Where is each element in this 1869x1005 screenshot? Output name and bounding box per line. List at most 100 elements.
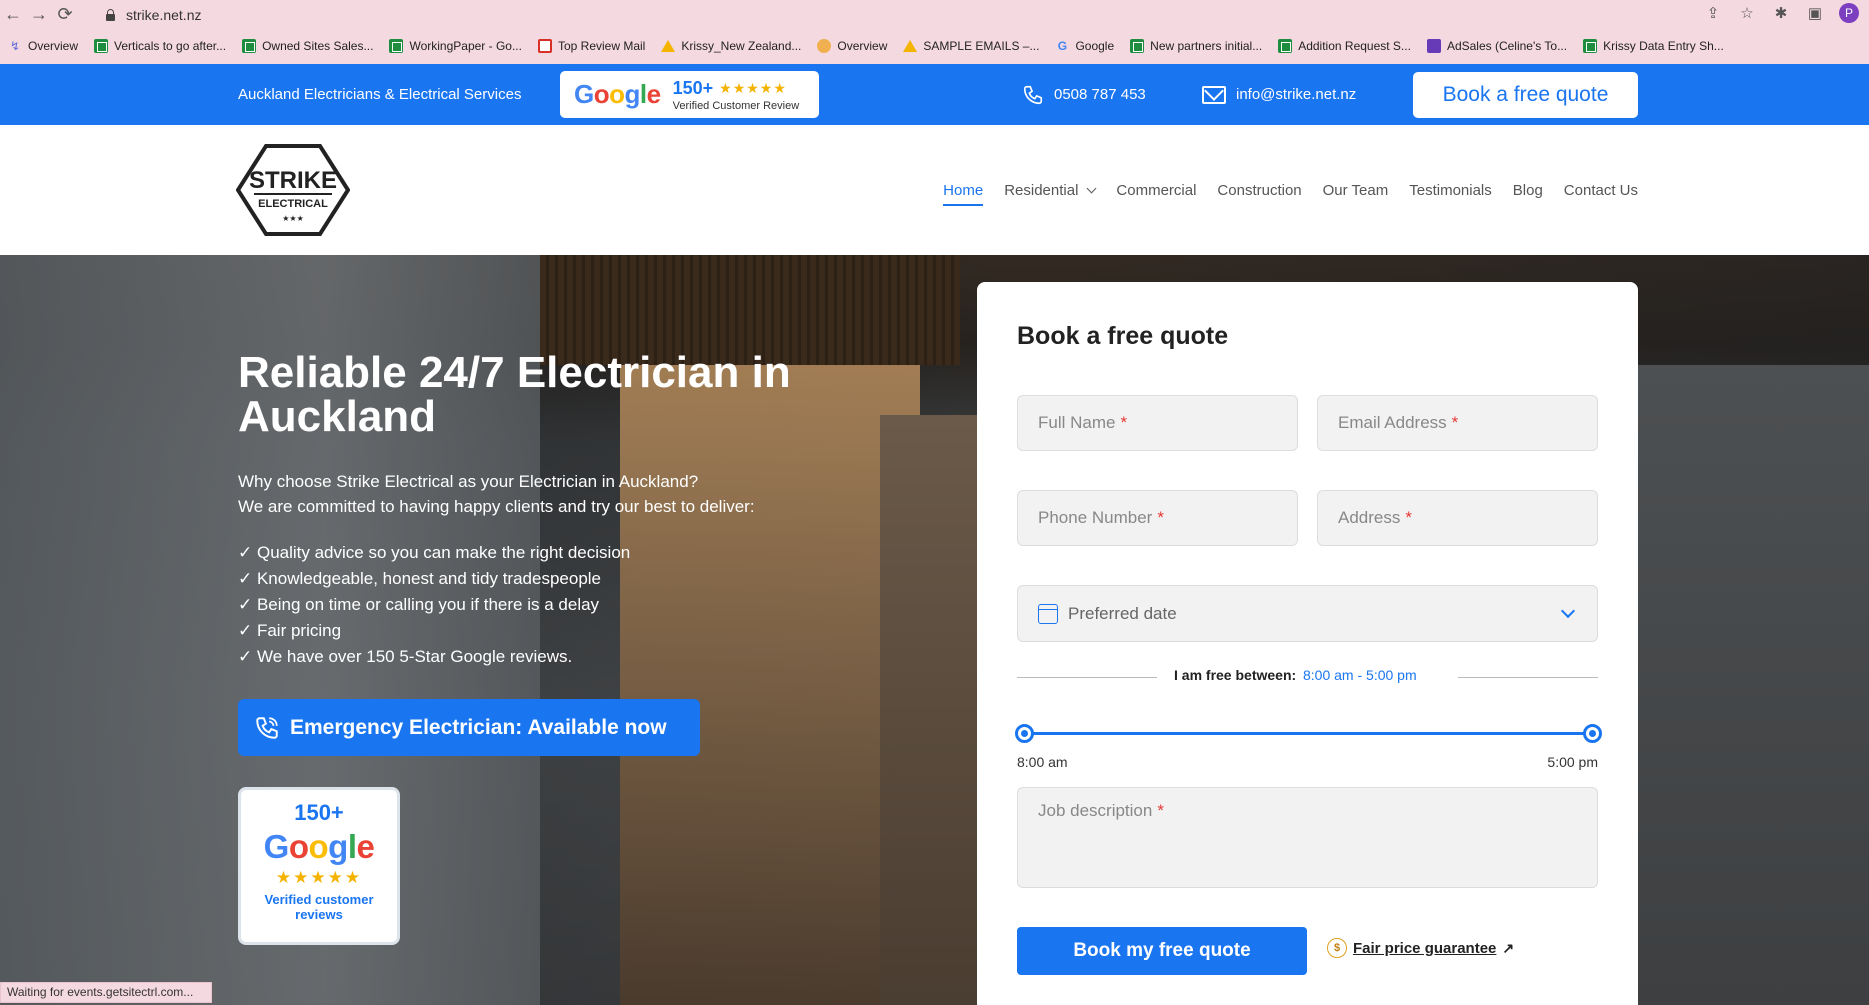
star-rating-icon: ★★★★★ xyxy=(275,868,363,887)
address-field[interactable]: Address * xyxy=(1317,490,1598,546)
divider xyxy=(1017,677,1157,678)
bookmark-item[interactable]: Owned Sites Sales... xyxy=(234,35,381,57)
sheets-icon xyxy=(1278,39,1293,53)
overview-icon: ↯ xyxy=(9,39,21,53)
bookmark-item[interactable]: WorkingPaper - Go... xyxy=(381,35,530,57)
bookmark-item[interactable]: Addition Request S... xyxy=(1270,35,1419,57)
hero-title: Reliable 24/7 Electrician in Auckland xyxy=(238,348,791,441)
bookmark-item[interactable]: Top Review Mail xyxy=(530,35,653,57)
bookmark-star-icon[interactable]: ☆ xyxy=(1737,3,1757,23)
email-field[interactable]: Email Address * xyxy=(1317,395,1598,451)
compass-icon xyxy=(817,39,832,53)
bookmark-item[interactable]: Krissy_New Zealand... xyxy=(653,35,809,57)
sheets-icon xyxy=(242,39,257,53)
job-description-field[interactable]: Job description * xyxy=(1017,787,1598,888)
calendar-icon xyxy=(1038,603,1058,624)
strike-electrical-logo[interactable]: STRIKE ELECTRICAL ★★★ xyxy=(236,144,350,236)
slider-max-label: 5:00 pm xyxy=(1547,754,1598,770)
email-address: info@strike.net.nz xyxy=(1236,86,1357,103)
nav-testimonials[interactable]: Testimonials xyxy=(1409,182,1492,199)
hero-intro: Why choose Strike Electrical as your Ele… xyxy=(238,472,755,516)
required-mark: * xyxy=(1451,413,1459,432)
email-link[interactable]: info@strike.net.nz xyxy=(1202,64,1356,125)
main-nav: Home Residential Commercial Construction… xyxy=(943,125,1638,255)
form-title: Book a free quote xyxy=(1017,322,1229,350)
address-bar[interactable]: strike.net.nz xyxy=(94,2,1774,27)
browser-chrome: ← → ⟳ strike.net.nz ⇪ ☆ ✱ ▣ P ↯ Overview … xyxy=(0,0,1869,64)
gmail-icon xyxy=(537,39,552,53)
drive-icon xyxy=(661,40,676,52)
bookmarks-bar: ↯ Overview Verticals to go after... Owned… xyxy=(0,34,1869,58)
required-mark: * xyxy=(1120,413,1128,432)
bookmark-item[interactable]: Krissy Data Entry Sh... xyxy=(1575,35,1732,57)
sidepanel-icon[interactable]: ▣ xyxy=(1805,3,1825,23)
bookmark-item[interactable]: Overview xyxy=(809,35,895,57)
required-mark: * xyxy=(1157,508,1164,527)
back-icon[interactable]: ← xyxy=(0,2,26,28)
required-mark: * xyxy=(1157,801,1164,820)
phone-field[interactable]: Phone Number * xyxy=(1017,490,1298,546)
review-count: 150+ xyxy=(672,77,714,98)
chevron-down-icon xyxy=(1560,603,1576,619)
extensions-icon[interactable]: ✱ xyxy=(1771,3,1791,23)
tagline: Auckland Electricians & Electrical Servi… xyxy=(238,86,522,103)
review-subtitle: Verified Customer Review xyxy=(672,99,800,112)
nav-residential[interactable]: Residential xyxy=(1004,182,1097,199)
nav-our-team[interactable]: Our Team xyxy=(1323,182,1389,199)
required-mark: * xyxy=(1405,508,1412,527)
slider-track[interactable] xyxy=(1017,732,1600,735)
benefit-item: Fair pricing xyxy=(238,618,630,644)
benefit-item: Quality advice so you can make the right… xyxy=(238,540,630,566)
benefits-list: Quality advice so you can make the right… xyxy=(238,540,630,670)
divider xyxy=(1458,677,1598,678)
phone-number: 0508 787 453 xyxy=(1054,86,1146,103)
forward-icon[interactable]: → xyxy=(26,2,52,28)
full-name-field[interactable]: Full Name * xyxy=(1017,395,1298,451)
profile-avatar[interactable]: P xyxy=(1839,3,1859,23)
url-text[interactable]: strike.net.nz xyxy=(126,7,201,23)
bookmark-item[interactable]: ↯ Overview xyxy=(0,35,86,57)
chevron-down-icon xyxy=(1086,183,1097,193)
browser-actions: ⇪ ☆ ✱ ▣ P xyxy=(1703,3,1859,23)
fair-price-guarantee-link[interactable]: $ Fair price guarantee ↗ xyxy=(1327,938,1514,958)
browser-toolbar: ← → ⟳ strike.net.nz ⇪ ☆ ✱ ▣ P xyxy=(0,0,1869,29)
hero-background-right xyxy=(1600,365,1869,1005)
nav-home[interactable]: Home xyxy=(943,182,984,206)
book-my-free-quote-button[interactable]: Book my free quote xyxy=(1017,927,1307,975)
google-review-badge[interactable]: Google 150+ ★★★★★ Verified Customer Revi… xyxy=(560,71,819,118)
verified-reviews-label: Verified customer reviews xyxy=(264,892,374,922)
preferred-date-select[interactable]: Preferred date xyxy=(1017,585,1598,642)
drive-icon xyxy=(903,40,918,52)
nav-blog[interactable]: Blog xyxy=(1513,182,1543,199)
google-reviews-card[interactable]: 150+ Google ★★★★★ Verified customer revi… xyxy=(238,787,400,945)
reload-icon[interactable]: ⟳ xyxy=(52,2,78,28)
bookmark-item[interactable]: Verticals to go after... xyxy=(86,35,234,57)
emergency-electrician-button[interactable]: Emergency Electrician: Available now xyxy=(238,699,700,756)
bookmark-item[interactable]: New partners initial... xyxy=(1122,35,1270,57)
google-logo: Google xyxy=(574,79,661,109)
book-quote-button[interactable]: Book a free quote xyxy=(1413,72,1638,118)
lock-icon[interactable] xyxy=(104,8,116,21)
phone-link[interactable]: 0508 787 453 xyxy=(1022,64,1146,125)
nav-commercial[interactable]: Commercial xyxy=(1116,182,1196,199)
slider-handle-end[interactable] xyxy=(1583,724,1602,743)
sheets-icon xyxy=(1583,39,1598,53)
external-link-icon: ↗ xyxy=(1502,939,1515,956)
coin-icon: $ xyxy=(1327,938,1347,958)
share-icon[interactable]: ⇪ xyxy=(1703,3,1723,23)
bookmark-item[interactable]: G Google xyxy=(1047,35,1122,57)
slider-handle-start[interactable] xyxy=(1015,724,1034,743)
logo-text-sub: ELECTRICAL xyxy=(258,198,328,210)
slider-min-label: 8:00 am xyxy=(1017,754,1068,770)
bookmark-item[interactable]: SAMPLE EMAILS –... xyxy=(895,35,1047,57)
time-range-slider[interactable] xyxy=(1015,724,1602,744)
nav-construction[interactable]: Construction xyxy=(1217,182,1301,199)
browser-status-bar: Waiting for events.getsitectrl.com... xyxy=(0,982,212,1003)
nav-contact-us[interactable]: Contact Us xyxy=(1564,182,1638,199)
google-logo: Google xyxy=(263,828,375,865)
free-between-label: I am free between: xyxy=(1174,667,1297,683)
hero-background-corridor xyxy=(620,365,920,1005)
site-header: STRIKE ELECTRICAL ★★★ Home Residential C… xyxy=(0,125,1869,255)
google-icon: G xyxy=(1057,39,1068,53)
bookmark-item[interactable]: AdSales (Celine's To... xyxy=(1419,35,1575,57)
